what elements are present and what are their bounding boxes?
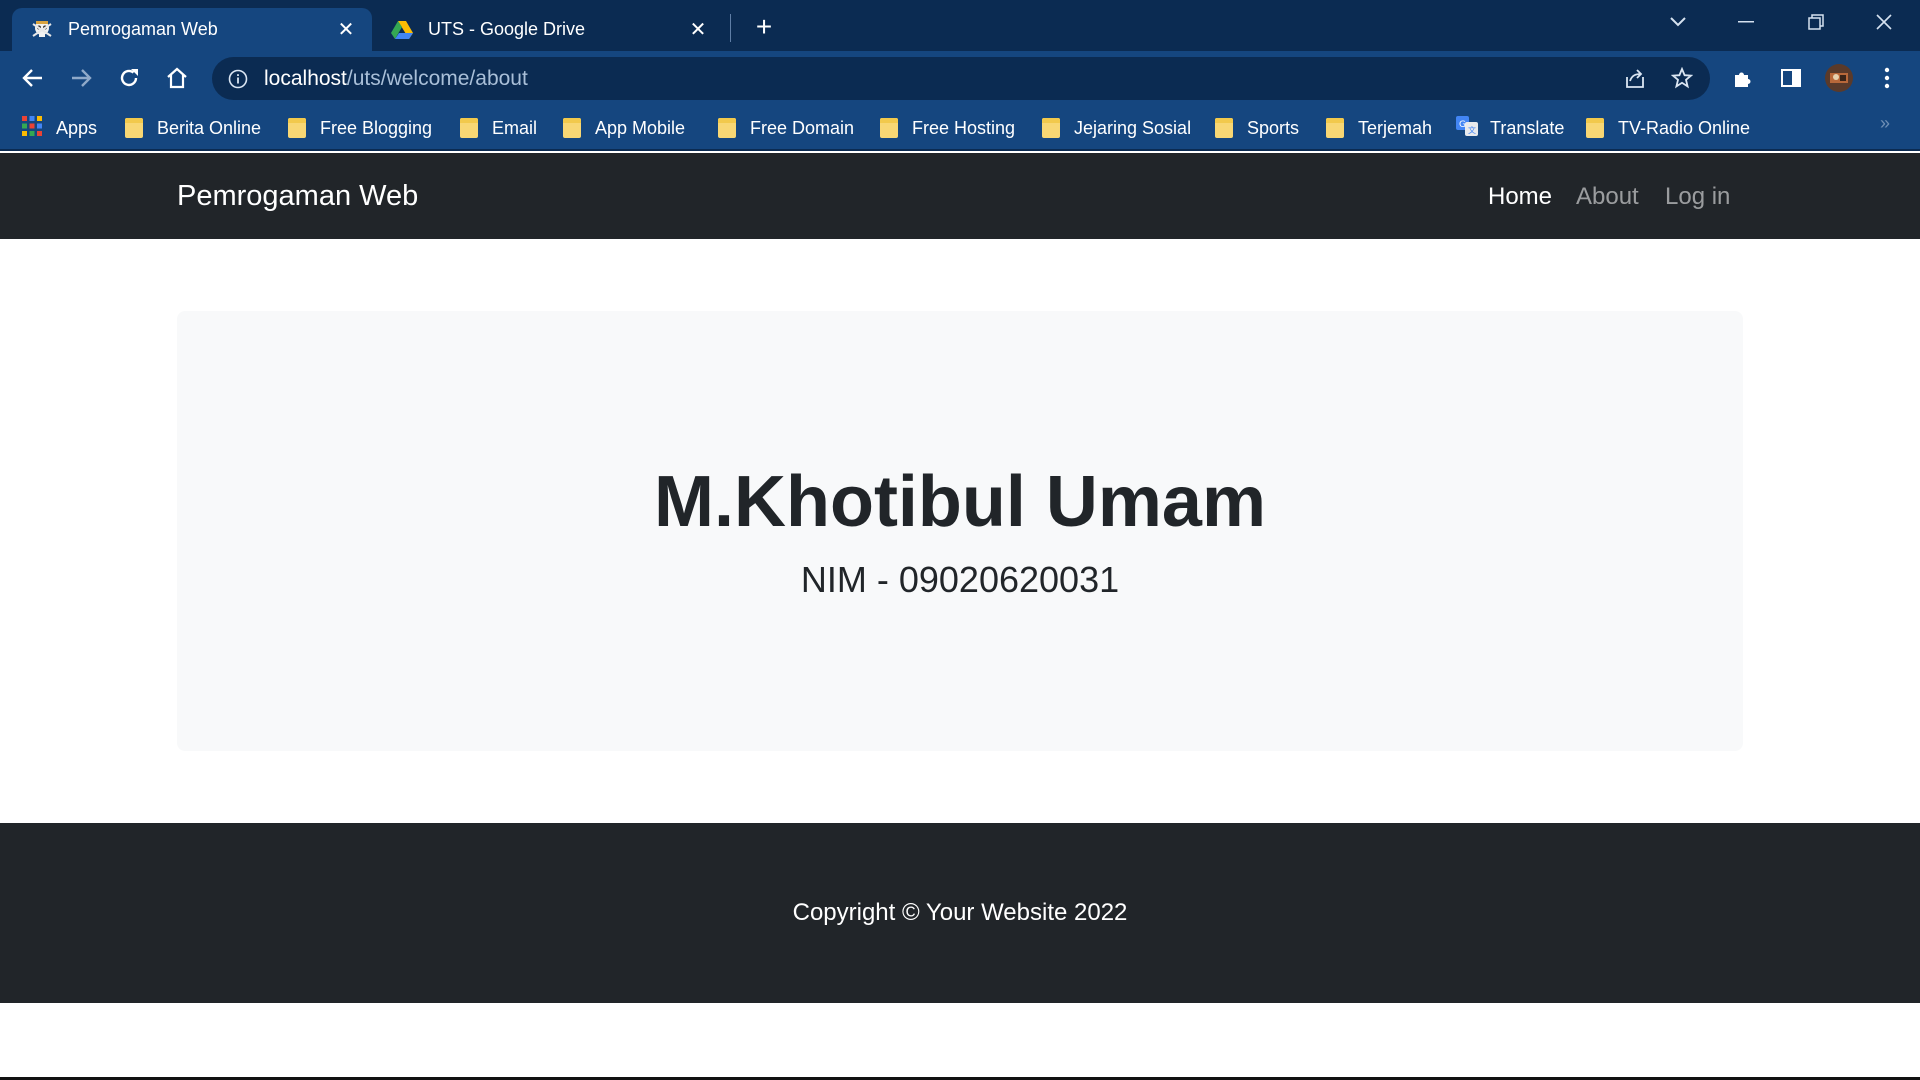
bookmark-label: Berita Online [157, 117, 262, 138]
tab-search-icon[interactable] [1656, 6, 1700, 38]
bookmark-label: Sports [1247, 117, 1300, 138]
folder-icon [1042, 118, 1060, 138]
tab-title: Pemrogaman Web [68, 19, 218, 39]
bookmark-label: TV-Radio Online [1618, 117, 1751, 138]
address-url: localhost/uts/welcome/about [264, 67, 528, 91]
hero-subtitle: NIM - 09020620031 [800, 559, 1120, 600]
bookmark-label: Free Hosting [912, 117, 1016, 138]
bookmark-folder[interactable]: TV-Radio Online [1586, 113, 1750, 143]
browser-menu-icon[interactable] [1870, 61, 1904, 95]
google-translate-icon: G文 [1456, 115, 1478, 141]
site-info-icon[interactable] [226, 67, 250, 91]
bookmark-label: Terjemah [1358, 117, 1433, 138]
bookmark-folder[interactable]: Berita Online [125, 113, 261, 143]
address-bar[interactable]: localhost/uts/welcome/about [212, 57, 1710, 100]
share-icon[interactable] [1618, 61, 1652, 95]
folder-icon [1215, 118, 1233, 138]
close-tab-icon[interactable]: ✕ [332, 16, 360, 44]
bookmark-folder[interactable]: Sports [1215, 113, 1299, 143]
skull-icon [30, 18, 54, 42]
folder-icon [1326, 118, 1344, 138]
folder-icon [880, 118, 898, 138]
tab-uts-google-drive[interactable]: UTS - Google Drive ✕ [372, 8, 724, 51]
url-path: /uts/welcome/about [346, 66, 528, 90]
bookmark-folder[interactable]: Free Hosting [880, 113, 1015, 143]
browser-titlebar: Pemrogaman Web ✕ UTS - Google Drive ✕ + [0, 0, 1920, 51]
folder-icon [125, 118, 143, 138]
bookmark-translate[interactable]: G文 Translate [1456, 113, 1564, 143]
forward-button[interactable] [64, 61, 98, 95]
nav-link-home[interactable]: Home [1488, 183, 1552, 211]
home-button[interactable] [160, 61, 194, 95]
bookmark-folder[interactable]: Email [460, 113, 537, 143]
folder-icon [1586, 118, 1604, 138]
bookmark-label: Free Domain [750, 117, 855, 138]
hero-section: M.Khotibul Umam NIM - 09020620031 [177, 311, 1743, 751]
tab-separator [730, 14, 731, 42]
folder-icon [288, 118, 306, 138]
svg-text:G: G [1459, 120, 1466, 130]
bookmark-folder[interactable]: Jejaring Sosial [1042, 113, 1191, 143]
url-host: localhost [264, 66, 347, 90]
side-panel-icon[interactable] [1774, 61, 1808, 95]
svg-text:文: 文 [1468, 125, 1476, 135]
bookmark-label: Apps [56, 117, 98, 138]
restore-button[interactable] [1794, 6, 1838, 38]
reload-button[interactable] [112, 61, 146, 95]
nav-link-about[interactable]: About [1576, 183, 1639, 211]
minimize-button[interactable] [1724, 6, 1768, 38]
back-button[interactable] [16, 61, 50, 95]
bookmark-label: Free Blogging [320, 117, 433, 138]
close-window-button[interactable] [1862, 6, 1906, 38]
browser-toolbar: localhost/uts/welcome/about [0, 51, 1920, 105]
bookmark-label: Translate [1490, 117, 1565, 138]
tab-pemrogaman-web[interactable]: Pemrogaman Web ✕ [12, 8, 372, 51]
nav-link-login[interactable]: Log in [1665, 183, 1730, 211]
hero-title: M.Khotibul Umam [654, 462, 1266, 542]
google-drive-icon [390, 18, 414, 42]
bookmark-label: Jejaring Sosial [1074, 117, 1192, 138]
site-brand[interactable]: Pemrogaman Web [177, 180, 418, 213]
bookmark-folder[interactable]: Free Blogging [288, 113, 432, 143]
bookmark-label: Email [492, 117, 538, 138]
bookmark-folder[interactable]: Terjemah [1326, 113, 1432, 143]
folder-icon [718, 118, 736, 138]
folder-icon [563, 118, 581, 138]
apps-grid-icon [22, 115, 42, 141]
profile-avatar[interactable] [1822, 61, 1856, 95]
footer-copyright: Copyright © Your Website 2022 [792, 899, 1128, 926]
bookmarks-bar: Apps Berita Online Free Blogging Email A… [0, 105, 1920, 151]
more-bookmarks-button[interactable]: » [1880, 113, 1890, 134]
folder-icon [460, 118, 478, 138]
bookmark-star-icon[interactable] [1665, 61, 1699, 95]
close-tab-icon[interactable]: ✕ [684, 16, 712, 44]
site-footer: Copyright © Your Website 2022 [0, 823, 1920, 1003]
bookmark-label: App Mobile [595, 117, 686, 138]
extensions-puzzle-icon[interactable] [1726, 61, 1760, 95]
site-navbar: Pemrogaman Web Home About Log in [0, 153, 1920, 239]
new-tab-button[interactable]: + [748, 11, 780, 43]
bookmark-folder[interactable]: App Mobile [563, 113, 685, 143]
bookmark-folder[interactable]: Free Domain [718, 113, 854, 143]
tab-title: UTS - Google Drive [428, 19, 586, 39]
bookmark-apps[interactable]: Apps [22, 113, 97, 143]
